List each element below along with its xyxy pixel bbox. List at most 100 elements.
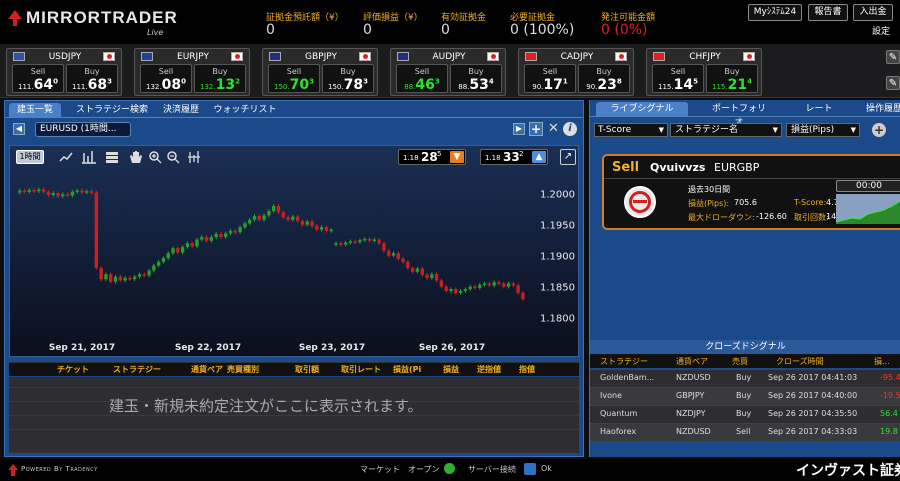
buy-price-button[interactable]: Buy 90.238 xyxy=(578,64,630,93)
candle xyxy=(315,225,319,230)
closed-signal-row[interactable]: Haoforex NZDUSD Sell Sep 26 2017 04:33:03 19… xyxy=(590,424,900,441)
trades-label: 取引回数: xyxy=(794,213,829,222)
candle xyxy=(214,233,218,238)
add-filter-icon[interactable]: + xyxy=(872,123,886,137)
candle xyxy=(334,243,338,245)
my-system-button[interactable]: Myｼｽﾃﾑ24 xyxy=(748,4,802,21)
chart-next-icon[interactable]: ▶ xyxy=(513,123,525,135)
buy-price-button[interactable]: Buy 150.783 xyxy=(322,64,374,93)
drawdown-value: -126.60 xyxy=(756,212,787,221)
sell-price-button[interactable]: Sell 88.463 xyxy=(396,64,448,93)
sell-price-button[interactable]: Sell 90.171 xyxy=(524,64,576,93)
chevron-down-icon: ▼ xyxy=(772,126,778,134)
close-chart-icon[interactable]: ✕ xyxy=(548,121,559,136)
candle xyxy=(243,223,247,228)
positions-column-header[interactable]: 逆指値 xyxy=(477,364,501,375)
currency-pair-usdjpy[interactable]: USDJPY Sell 111.640 Buy 111.683 xyxy=(6,48,122,96)
positions-column-header[interactable]: 損益 xyxy=(443,364,459,375)
tscore-label: T-Score: xyxy=(794,198,827,207)
info-icon[interactable]: i xyxy=(563,122,577,136)
report-button[interactable]: 報告書 xyxy=(808,4,848,21)
add-chart-icon[interactable]: + xyxy=(529,122,543,136)
buy-price-button[interactable]: Buy 132.132 xyxy=(194,64,246,93)
strategy-name-filter[interactable]: ストラテジー名 ▼ xyxy=(670,123,782,137)
tab-portfolio[interactable]: ポートフォリオ xyxy=(708,102,770,128)
edit-pencil-icon-2[interactable]: ✎ xyxy=(886,76,900,90)
candle xyxy=(324,227,329,231)
candle xyxy=(94,192,99,269)
tab-settlement-history[interactable]: 決済履歴 xyxy=(158,103,204,117)
currency-pair-audjpy[interactable]: AUDJPY Sell 88.463 Buy 88.534 xyxy=(390,48,506,96)
chart-area[interactable]: 1時間 1.18 28 5 ▼ 1.18 33 2 ▲ ↗ 1.2000 1.19… xyxy=(9,145,579,357)
positions-column-header[interactable]: ストラテジー xyxy=(113,364,161,375)
edit-pencil-icon[interactable]: ✎ xyxy=(886,50,900,64)
positions-column-header[interactable]: 損益(Pi xyxy=(393,364,421,375)
candle xyxy=(286,217,290,220)
tab-strategy-search[interactable]: ストラテジー検索 xyxy=(71,103,153,117)
candle xyxy=(363,238,367,241)
signal-period: 過去30日間 xyxy=(688,185,731,194)
positions-column-header[interactable]: 通貨ペア xyxy=(191,364,223,375)
candle xyxy=(506,283,511,287)
closed-signal-row[interactable]: GoldenBam... NZDUSD Buy Sep 26 2017 04:41:0… xyxy=(590,370,900,387)
settings-link[interactable]: 設定 xyxy=(872,24,890,37)
candle xyxy=(109,274,113,282)
candle xyxy=(478,284,482,288)
stat-unrealized-label: 評価損益（¥） xyxy=(363,13,423,23)
positions-column-header[interactable]: 取引額 xyxy=(295,364,319,375)
positions-column-header[interactable]: 取引レート xyxy=(341,364,381,375)
candle xyxy=(367,238,372,241)
candle xyxy=(300,220,305,225)
candle xyxy=(166,253,170,259)
candle xyxy=(89,191,94,194)
tscore-filter[interactable]: T-Score ▼ xyxy=(594,123,668,137)
profit-value: 705.6 xyxy=(734,198,757,207)
closed-signal-row[interactable]: Quantum NZDJPY Buy Sep 26 2017 04:35:50 56.4 xyxy=(590,406,900,423)
chart-symbol-selector[interactable]: EURUSD (1時間... xyxy=(35,122,131,137)
candle xyxy=(238,227,242,233)
tab-operation-history[interactable]: 操作履歴 xyxy=(866,102,900,116)
currency-pair-cadjpy[interactable]: CADJPY Sell 90.171 Buy 90.238 xyxy=(518,48,634,96)
currency-pair-eurjpy[interactable]: EURJPY Sell 132.080 Buy 132.132 xyxy=(134,48,250,96)
top-header: MIRRORTRADER Live 証拠金預託額（¥） 0 評価損益（¥） 0 … xyxy=(0,0,900,44)
flag-icon xyxy=(103,52,115,61)
signal-card[interactable]: Sell Qvuivvzs EURGBP 過去30日間 損益(Pips): 70… xyxy=(602,154,900,230)
signal-pair: EURGBP xyxy=(714,161,760,174)
candle xyxy=(85,191,89,193)
powered-by-label: Powered By Tradency xyxy=(21,465,98,473)
buy-price-button[interactable]: Buy 115.214 xyxy=(706,64,758,93)
sell-price-button[interactable]: Sell 132.080 xyxy=(140,64,192,93)
sell-price-button[interactable]: Sell 115.145 xyxy=(652,64,704,93)
sell-price-button[interactable]: Sell 111.640 xyxy=(12,64,64,93)
sell-price-button[interactable]: Sell 150.703 xyxy=(268,64,320,93)
buy-price-button[interactable]: Buy 111.683 xyxy=(66,64,118,93)
closed-signals-title: クローズドシグナル xyxy=(590,340,900,354)
market-globe-icon xyxy=(444,463,455,474)
deposit-button[interactable]: 入出金 xyxy=(853,4,893,21)
candle xyxy=(118,276,122,281)
candle xyxy=(276,206,281,213)
server-connection-label: サーバー接続 xyxy=(468,465,516,474)
candle xyxy=(257,215,261,220)
stat-unrealized-value: 0 xyxy=(363,22,372,38)
tab-positions[interactable]: 建玉一覧 xyxy=(9,103,61,117)
positions-column-header[interactable]: 指値 xyxy=(519,364,535,375)
currency-pair-chfjpy[interactable]: CHFJPY Sell 115.145 Buy 115.214 xyxy=(646,48,762,96)
server-status: Ok xyxy=(541,464,552,473)
positions-column-header[interactable]: 売買種別 xyxy=(227,364,259,375)
candle xyxy=(319,227,324,230)
tab-live-signal[interactable]: ライブシグナル xyxy=(596,102,688,116)
tab-watchlist[interactable]: ウォッチリスト xyxy=(213,103,277,117)
tab-rates[interactable]: レート xyxy=(804,102,834,116)
candle xyxy=(353,241,357,243)
buy-price-button[interactable]: Buy 88.534 xyxy=(450,64,502,93)
flag-icon xyxy=(231,52,243,61)
profit-label: 損益(Pips): xyxy=(688,199,730,208)
closed-signal-row[interactable]: Ivone GBPJPY Buy Sep 26 2017 04:40:00 -19.5 xyxy=(590,388,900,405)
positions-column-header[interactable]: チケット xyxy=(57,364,89,375)
logo-arrow-icon xyxy=(8,10,22,26)
candle xyxy=(37,189,41,192)
currency-pair-gbpjpy[interactable]: GBPJPY Sell 150.703 Buy 150.783 xyxy=(262,48,378,96)
pips-filter[interactable]: 損益(Pips) ▼ xyxy=(786,123,860,137)
chart-prev-icon[interactable]: ◀ xyxy=(13,123,25,135)
